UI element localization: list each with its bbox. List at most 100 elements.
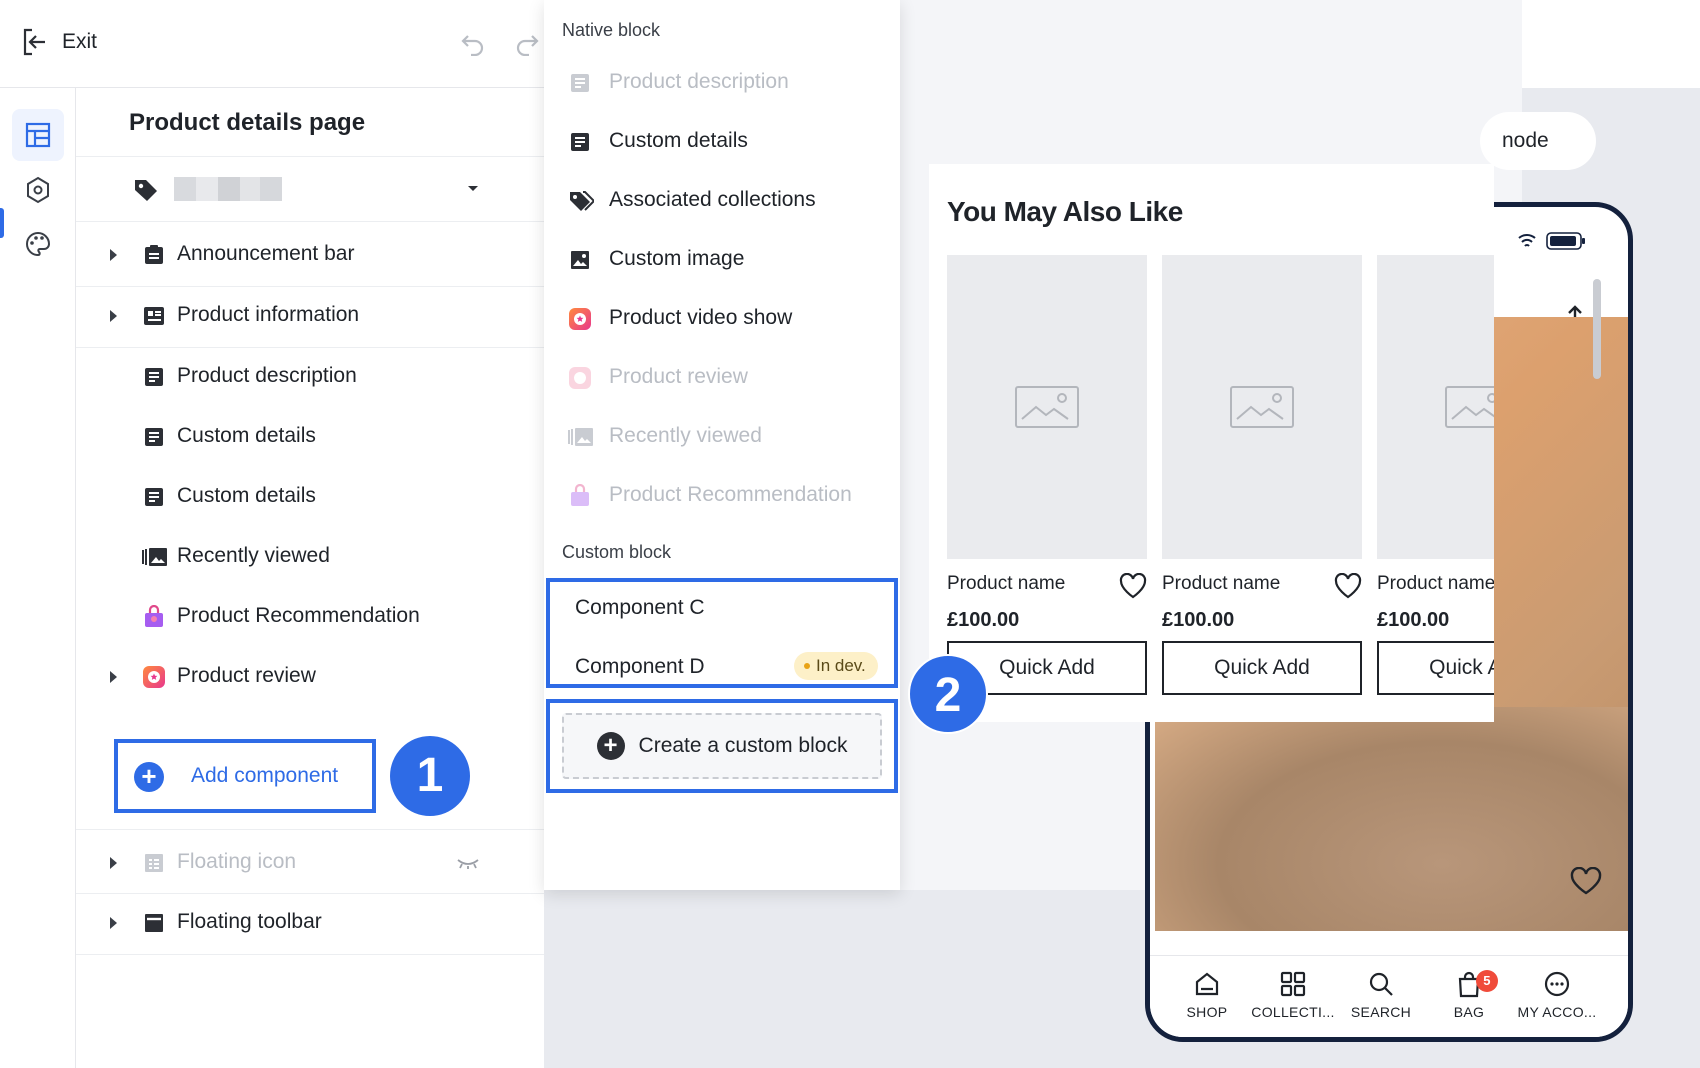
menu-item-recently-viewed[interactable]: Recently viewed — [544, 409, 900, 465]
grid-icon — [1280, 971, 1306, 997]
scrollbar-thumb[interactable] — [1593, 279, 1601, 379]
gallery-icon — [568, 425, 593, 449]
menu-item-product-review[interactable]: Product review — [544, 350, 900, 406]
gift-bag-icon — [142, 605, 166, 629]
bag-count-badge: 5 — [1476, 970, 1498, 992]
menu-item-product-video-show[interactable]: Product video show — [544, 291, 900, 347]
product-card[interactable]: Product name £100.00 Quick Add — [1162, 255, 1362, 695]
tree-item-product-recommendation[interactable]: Product Recommendation — [76, 584, 544, 649]
tree-item-recently-viewed[interactable]: Recently viewed — [76, 524, 544, 589]
chevron-down-icon — [467, 185, 479, 193]
create-custom-block-button[interactable]: + Create a custom block — [562, 713, 882, 779]
quick-add-button[interactable]: Quick Add — [1162, 641, 1362, 695]
menu-item-product-description[interactable]: Product description — [544, 55, 900, 111]
product-price: £100.00 — [947, 609, 1020, 631]
undo-icon[interactable] — [460, 30, 486, 56]
phone-bottom-nav: SHOP COLLECTI... SEARCH BAG 5 MY ACCO... — [1150, 955, 1628, 1037]
expand-caret-icon[interactable] — [110, 857, 117, 869]
expand-caret-icon[interactable] — [110, 671, 117, 683]
layout-icon[interactable] — [12, 109, 64, 161]
menu-item-product-recommendation[interactable]: Product Recommendation — [544, 468, 900, 524]
settings-hex-icon[interactable] — [12, 164, 64, 216]
callout-badge-2: 2 — [908, 654, 988, 734]
native-block-heading: Native block — [562, 20, 661, 40]
expand-caret-icon[interactable] — [110, 917, 117, 929]
video-app-icon — [568, 307, 592, 331]
block-picker-menu: Native block Product description Custom … — [544, 0, 900, 890]
menu-item-label: Product Recommendation — [609, 483, 852, 506]
tree-item-custom-details[interactable]: Custom details — [76, 404, 544, 469]
expand-caret-icon[interactable] — [110, 310, 117, 322]
image-placeholder-icon — [947, 255, 1147, 559]
menu-item-custom-details[interactable]: Custom details — [544, 114, 900, 170]
custom-block-heading: Custom block — [562, 542, 672, 562]
heart-icon[interactable] — [1119, 573, 1147, 599]
eye-closed-icon[interactable] — [456, 858, 480, 870]
product-card[interactable]: Product name £100.00 Quick Add — [947, 255, 1147, 695]
menu-item-label: Custom image — [609, 247, 745, 270]
side-rail — [0, 88, 76, 1068]
nav-collections[interactable]: COLLECTI... — [1248, 956, 1338, 1037]
top-right-bar — [1522, 0, 1700, 88]
component-tree-panel: Product details page Announcement bar Pr… — [76, 88, 544, 1068]
tree-item-product-description[interactable]: Product description — [76, 344, 544, 409]
custom-block-item[interactable]: Component D — [575, 655, 705, 679]
blurred-product-name — [174, 177, 282, 201]
tree-item-label: Recently viewed — [177, 544, 330, 567]
heart-icon[interactable] — [1334, 573, 1362, 599]
toolbar-icon — [142, 911, 166, 935]
add-component-button[interactable]: + Add component — [114, 739, 376, 813]
plus-circle-icon: + — [596, 732, 625, 760]
exit-label: Exit — [62, 30, 98, 53]
tree-item-floating-icon[interactable]: Floating icon — [76, 829, 544, 894]
rail-active-indicator — [0, 208, 4, 238]
exit-icon — [22, 28, 48, 56]
tree-item-label: Product Recommendation — [177, 604, 420, 627]
product-price: £100.00 — [1162, 609, 1235, 631]
page-title: Product details page — [129, 109, 366, 136]
section-title: You May Also Like — [947, 196, 1183, 227]
document-icon — [568, 130, 592, 154]
menu-item-label: Product description — [609, 70, 789, 93]
palette-icon[interactable] — [12, 218, 64, 270]
quick-add-button[interactable]: Quick Add — [1377, 641, 1494, 695]
status-badge: In dev. — [794, 652, 878, 680]
gallery-icon — [142, 545, 167, 569]
menu-item-label: Associated collections — [609, 188, 816, 211]
review-app-icon — [568, 366, 592, 390]
list-clipboard-icon — [142, 243, 166, 267]
create-custom-block-frame: + Create a custom block — [546, 699, 898, 793]
tree-item-announcement-bar[interactable]: Announcement bar — [76, 222, 544, 287]
tree-item-product-review[interactable]: Product review — [76, 644, 544, 709]
tree-item-label: Product description — [177, 364, 357, 387]
document-icon — [142, 365, 166, 389]
tree-item-product-information[interactable]: Product information — [76, 283, 544, 348]
custom-block-item[interactable]: Component C — [575, 596, 705, 620]
tree-item-floating-toolbar[interactable]: Floating toolbar — [76, 890, 544, 955]
menu-item-label: Recently viewed — [609, 424, 762, 447]
nav-label: BAG — [1453, 1004, 1485, 1020]
nav-search[interactable]: SEARCH — [1336, 956, 1426, 1037]
wifi-icon — [1518, 233, 1536, 249]
recommendation-preview-card: You May Also Like Product name £100.00 Q… — [929, 164, 1494, 722]
document-icon — [142, 485, 166, 509]
tree-item-label: Floating toolbar — [177, 910, 322, 933]
nav-shop[interactable]: SHOP — [1162, 956, 1252, 1037]
exit-button[interactable]: Exit — [22, 28, 97, 56]
product-selector[interactable] — [76, 156, 544, 222]
menu-item-associated-collections[interactable]: Associated collections — [544, 173, 900, 229]
heart-icon[interactable] — [1570, 867, 1602, 895]
nav-account[interactable]: MY ACCO... — [1512, 956, 1602, 1037]
create-custom-block-label: Create a custom block — [638, 734, 848, 757]
product-card[interactable]: Product name £100.00 Quick Add — [1377, 255, 1494, 695]
expand-caret-icon[interactable] — [110, 249, 117, 261]
tree-item-custom-details[interactable]: Custom details — [76, 464, 544, 529]
tree-item-label: Floating icon — [177, 850, 297, 873]
mode-toggle-button[interactable]: node — [1480, 112, 1596, 170]
tree-item-label: Announcement bar — [177, 242, 355, 265]
redo-icon[interactable] — [514, 30, 540, 56]
nav-bag[interactable]: BAG 5 — [1424, 956, 1514, 1037]
battery-icon — [1546, 232, 1586, 250]
menu-item-custom-image[interactable]: Custom image — [544, 232, 900, 288]
menu-item-label: Product review — [609, 365, 748, 388]
